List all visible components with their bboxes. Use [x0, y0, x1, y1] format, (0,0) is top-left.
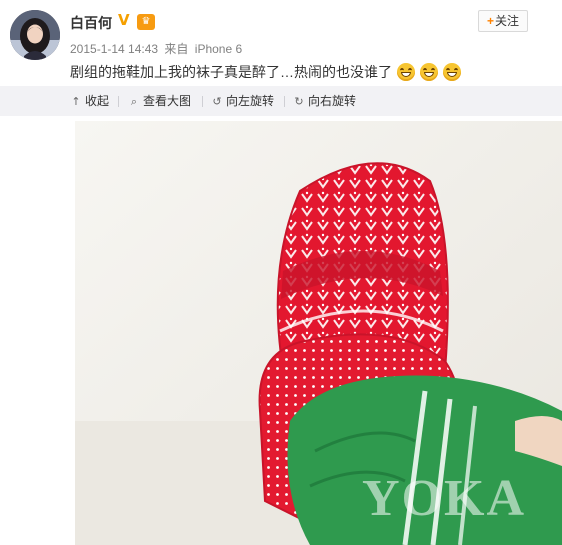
- follow-label: 关注: [495, 14, 520, 28]
- rotate-left-label: 向左旋转: [226, 94, 275, 108]
- rotate-right-icon: ↻: [294, 95, 304, 108]
- rotate-left-button[interactable]: ↺ 向左旋转: [211, 86, 274, 116]
- source-prefix: 来自: [164, 42, 189, 56]
- plus-icon: +: [486, 14, 494, 28]
- watermark-text: YOKA: [362, 470, 526, 527]
- magnify-icon: ⌕: [130, 95, 138, 108]
- rotate-right-button[interactable]: ↻ 向右旋转: [293, 86, 356, 116]
- toolbar-divider: [284, 96, 285, 107]
- avatar[interactable]: [10, 10, 60, 60]
- post-source[interactable]: iPhone 6: [195, 42, 242, 56]
- laugh-cry-emoji-icon: [419, 63, 438, 81]
- post-photo[interactable]: YOKA: [75, 121, 562, 545]
- collapse-icon: ↑: [71, 95, 81, 108]
- post-timestamp[interactable]: 2015-1-14 14:43: [70, 42, 158, 56]
- collapse-label: 收起: [85, 94, 110, 108]
- follow-button[interactable]: +关注: [478, 10, 528, 32]
- avatar-image: [10, 10, 60, 60]
- author-name[interactable]: 白百何: [70, 13, 112, 33]
- verified-badge-icon: V: [118, 11, 130, 29]
- collapse-button[interactable]: ↑ 收起: [70, 86, 109, 116]
- view-large-label: 查看大图: [143, 94, 192, 108]
- laugh-cry-emoji-icon: [442, 63, 461, 81]
- toolbar-divider: [202, 96, 203, 107]
- post-meta: 2015-1-14 14:43 来自 iPhone 6: [70, 40, 242, 57]
- rotate-left-icon: ↺: [212, 95, 222, 108]
- member-crown-icon[interactable]: ♛: [137, 14, 155, 30]
- toolbar-divider: [118, 96, 119, 107]
- image-toolbar: ↑ 收起 ⌕ 查看大图 ↺ 向左旋转 ↻ 向右旋转: [0, 86, 562, 116]
- post-text-body: 剧组的拖鞋加上我的袜子真是醉了…热闹的也没谁了: [70, 64, 392, 80]
- rotate-right-label: 向右旋转: [308, 94, 357, 108]
- laugh-cry-emoji-icon: [396, 63, 415, 81]
- post-text: 剧组的拖鞋加上我的袜子真是醉了…热闹的也没谁了: [70, 62, 461, 82]
- view-large-button[interactable]: ⌕ 查看大图: [128, 86, 191, 116]
